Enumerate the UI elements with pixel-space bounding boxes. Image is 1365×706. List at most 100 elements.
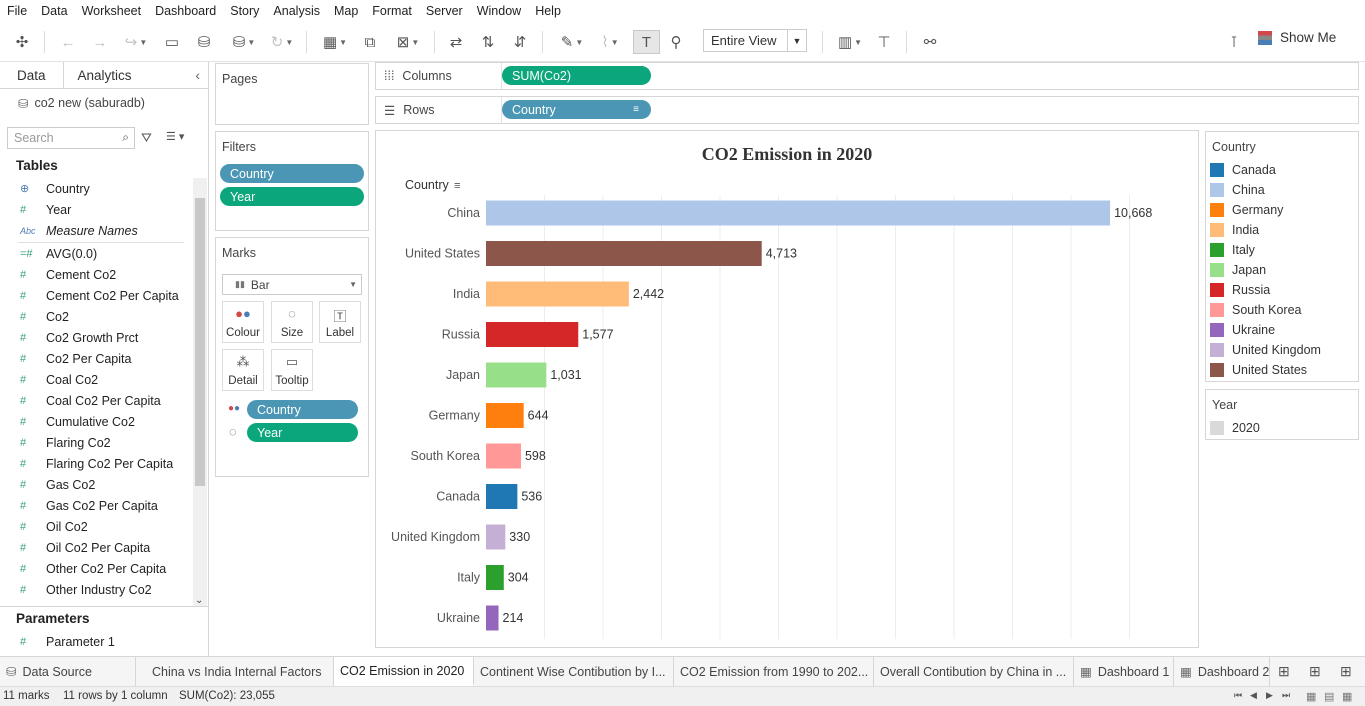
datasource-item[interactable]: ⛁ co2 new (saburadb) <box>0 89 208 117</box>
tab-dashboard-1[interactable]: ▦ Dashboard 1 <box>1074 657 1174 686</box>
bar[interactable] <box>486 322 579 347</box>
filmstrip-view-icon[interactable]: ▤ <box>1324 690 1334 703</box>
country-legend-item[interactable]: Russia <box>1206 280 1358 300</box>
collapse-pane-icon[interactable]: ‹ <box>195 67 200 83</box>
fix-axes-icon[interactable]: ⚲ <box>664 30 688 54</box>
swap-rows-columns-icon[interactable]: ⇄ <box>444 30 468 54</box>
menu-story[interactable]: Story <box>223 4 266 18</box>
menu-file[interactable]: File <box>0 4 34 18</box>
tab-data-source[interactable]: ⛁ Data Source <box>0 657 136 686</box>
country-legend-item[interactable]: Canada <box>1206 160 1358 180</box>
sort-descending-icon[interactable]: ⇵ <box>508 30 532 54</box>
bar[interactable] <box>486 362 547 388</box>
menu-server[interactable]: Server <box>419 4 470 18</box>
menu-map[interactable]: Map <box>327 4 365 18</box>
pause-updates-icon[interactable]: ⛁ ▼ <box>226 30 262 54</box>
bar[interactable] <box>486 605 499 631</box>
new-dashboard-tab-icon[interactable]: ⊞ <box>1309 663 1321 680</box>
scrollbar-thumb[interactable] <box>195 198 205 486</box>
presentation-mode-icon[interactable]: ⊤ <box>872 30 896 54</box>
new-worksheet-tab-icon[interactable]: ⊞ <box>1278 663 1290 680</box>
highlight-icon[interactable]: ✎ ▼ <box>554 30 590 54</box>
marks-pill-country[interactable]: Country <box>247 400 358 419</box>
country-legend-item[interactable]: United States <box>1206 360 1358 380</box>
field-item[interactable]: # Gas Co2 Per Capita <box>0 495 192 516</box>
menu-help[interactable]: Help <box>528 4 568 18</box>
save-icon[interactable]: ▭ <box>160 30 184 54</box>
country-legend-item[interactable]: South Korea <box>1206 300 1358 320</box>
field-item[interactable]: # Cement Co2 Per Capita <box>0 285 192 306</box>
field-item[interactable]: # Cumulative Co2 <box>0 411 192 432</box>
country-legend-item[interactable]: Ukraine <box>1206 320 1358 340</box>
refresh-icon[interactable]: ↻ ▼ <box>264 30 300 54</box>
field-item[interactable]: =# AVG(0.0) <box>0 243 192 264</box>
country-legend-item[interactable]: Germany <box>1206 200 1358 220</box>
filter-fields-icon[interactable]: ⛛ <box>141 130 152 146</box>
menu-format[interactable]: Format <box>365 4 419 18</box>
prev-page-icon[interactable]: ◀ <box>1250 690 1257 701</box>
mark-type-dropdown[interactable]: ▮▮ Bar ▼ <box>222 274 362 295</box>
bar[interactable] <box>486 281 629 307</box>
field-item[interactable]: # Coal Co2 <box>0 369 192 390</box>
detail-button[interactable]: ⁂ Detail <box>222 349 264 391</box>
tableau-logo-icon[interactable]: ✣ <box>10 30 34 54</box>
country-legend-item[interactable]: Japan <box>1206 260 1358 280</box>
show-cards-icon[interactable]: ▥ ▼ <box>832 30 868 54</box>
grid-view-icon[interactable]: ▦ <box>1342 690 1352 703</box>
field-item[interactable]: # Flaring Co2 <box>0 432 192 453</box>
new-datasource-icon[interactable]: ⛁ <box>192 30 216 54</box>
view-options-icon[interactable]: ☰ ▾ <box>166 130 184 143</box>
country-legend-item[interactable]: China <box>1206 180 1358 200</box>
year-legend-item[interactable]: 2020 <box>1206 418 1358 438</box>
tab-data[interactable]: Data <box>0 62 64 88</box>
colour-button[interactable]: ●● Colour <box>222 301 264 343</box>
field-item[interactable]: # Parameter 1 <box>0 631 192 652</box>
new-worksheet-icon[interactable]: ▦ ▼ <box>316 30 354 54</box>
show-mark-labels-icon[interactable]: T <box>633 30 660 54</box>
field-item[interactable]: # Co2 <box>0 306 192 327</box>
tab-dashboard-2[interactable]: ▦ Dashboard 2 <box>1174 657 1270 686</box>
clear-sheet-icon[interactable]: ⊠ ▼ <box>390 30 426 54</box>
sort-icon[interactable]: ≡ <box>454 180 460 192</box>
columns-pill-sum-co2[interactable]: SUM(Co2) <box>502 66 651 85</box>
label-button[interactable]: 🅃 Label <box>319 301 361 343</box>
fit-mode-dropdown[interactable]: Entire View ▼ <box>703 29 807 52</box>
new-story-tab-icon[interactable]: ⊞ <box>1340 663 1352 680</box>
share-icon[interactable]: ⚯ <box>918 30 942 54</box>
marks-pill-year[interactable]: Year <box>247 423 358 442</box>
sort-ascending-icon[interactable]: ⇅ <box>476 30 500 54</box>
bar[interactable] <box>486 524 506 550</box>
tab-co2-emission-2020[interactable]: CO2 Emission in 2020 <box>334 657 474 686</box>
rows-pill-country[interactable]: Country ≡ <box>502 100 651 119</box>
menu-window[interactable]: Window <box>470 4 528 18</box>
tab-china-vs-india[interactable]: China vs India Internal Factors <box>146 657 334 686</box>
replay-icon[interactable]: ↪ ▼ <box>118 30 154 54</box>
field-item[interactable]: # Year <box>0 199 192 220</box>
tooltip-button[interactable]: ▭ Tooltip <box>271 349 313 391</box>
field-item[interactable]: # Flaring Co2 Per Capita <box>0 453 192 474</box>
filter-pill-country[interactable]: Country <box>220 164 364 183</box>
bar[interactable] <box>486 403 524 428</box>
country-legend-item[interactable]: United Kingdom <box>1206 340 1358 360</box>
field-list-scrollbar[interactable]: ⌄ <box>193 178 207 606</box>
country-legend-item[interactable]: India <box>1206 220 1358 240</box>
field-item[interactable]: # Coal Co2 Per Capita <box>0 390 192 411</box>
field-item[interactable]: # Other Co2 Per Capita <box>0 558 192 579</box>
size-button[interactable]: ◌ Size <box>271 301 313 343</box>
filter-pill-year[interactable]: Year <box>220 187 364 206</box>
field-item[interactable]: # Co2 Growth Prct <box>0 327 192 348</box>
show-me-button[interactable]: Show Me <box>1258 30 1336 45</box>
scroll-down-icon[interactable]: ⌄ <box>195 595 203 606</box>
menu-dashboard[interactable]: Dashboard <box>148 4 223 18</box>
sort-view-icon[interactable]: ▦ <box>1306 690 1316 703</box>
duplicate-sheet-icon[interactable]: ⧉ <box>358 30 382 54</box>
field-item[interactable]: # Oil Co2 Per Capita <box>0 537 192 558</box>
field-item[interactable]: ⊕ Country <box>0 178 192 199</box>
bar[interactable] <box>486 241 762 266</box>
bar[interactable] <box>486 200 1111 226</box>
search-input[interactable]: Search ⌕ <box>7 127 135 149</box>
redo-icon[interactable]: → <box>88 30 112 54</box>
next-page-icon[interactable]: ▶ <box>1266 690 1273 701</box>
tab-overall-china[interactable]: Overall Contibution by China in ... <box>874 657 1074 686</box>
field-item[interactable]: # Cement Co2 <box>0 264 192 285</box>
